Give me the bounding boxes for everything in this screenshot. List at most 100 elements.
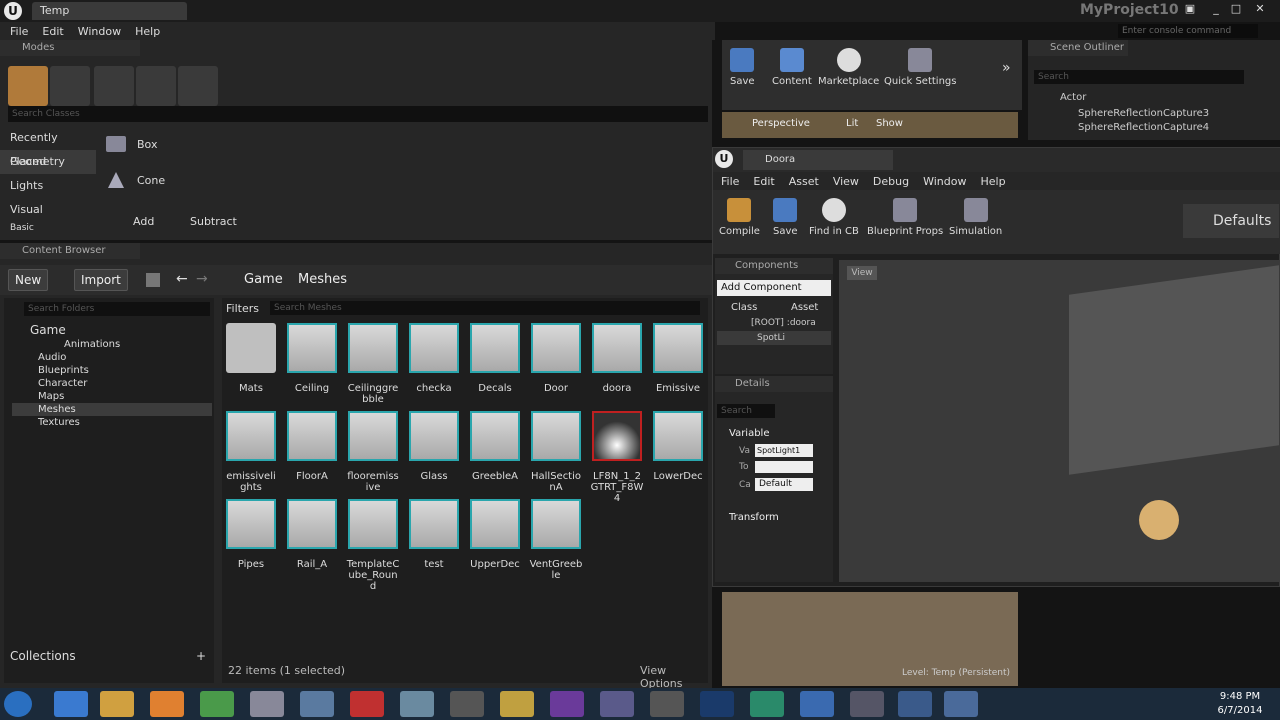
bp-menu-asset[interactable]: Asset [789, 175, 819, 188]
asset-tile[interactable]: Emissive [651, 323, 705, 403]
asset-tile[interactable]: Mats [224, 323, 278, 403]
landscape-mode-icon[interactable] [94, 66, 134, 106]
photoshop-icon[interactable] [700, 691, 734, 717]
asset-tile[interactable]: Door [529, 323, 583, 403]
folder-maps[interactable]: Maps [12, 390, 212, 403]
uv-app-icon[interactable] [450, 691, 484, 717]
add-radio[interactable]: Add [133, 215, 154, 228]
new-button[interactable]: New [8, 269, 49, 291]
details-search-input[interactable]: Search [717, 404, 775, 418]
folder-blueprints[interactable]: Blueprints [12, 364, 212, 377]
variable-section[interactable]: Variable [729, 428, 770, 439]
search-classes-input[interactable]: Search Classes [8, 106, 708, 122]
asset-tile[interactable]: Ceiling [285, 323, 339, 403]
menu-file[interactable]: File [10, 25, 28, 38]
cone-item[interactable]: Cone [137, 174, 165, 187]
asset-tile[interactable]: UpperDec [468, 499, 522, 579]
folder-meshes[interactable]: Meshes [12, 403, 212, 416]
bp-menu-file[interactable]: File [721, 175, 739, 188]
maximize-button[interactable]: □ [1228, 2, 1244, 16]
category-recently-placed[interactable]: Recently Placed [0, 126, 96, 168]
path-game[interactable]: Game [244, 272, 283, 287]
asset-tile[interactable]: HallSectionA [529, 411, 583, 493]
back-arrow-icon[interactable]: ← [176, 271, 188, 287]
defaults-button[interactable]: Defaults [1183, 204, 1279, 238]
unreal-taskbar-icon[interactable] [944, 691, 978, 717]
asset-tile[interactable]: checka [407, 323, 461, 403]
app-icon[interactable] [650, 691, 684, 717]
unreal-taskbar-icon[interactable] [898, 691, 932, 717]
asset-tile[interactable]: Glass [407, 411, 461, 491]
save-button[interactable]: Save [730, 48, 755, 87]
folder-character[interactable]: Character [12, 377, 212, 390]
bp-menu-help[interactable]: Help [980, 175, 1005, 188]
asset-tile[interactable]: Decals [468, 323, 522, 403]
level-tab[interactable]: Temp [32, 2, 187, 20]
view-options-button[interactable]: View Options [640, 664, 708, 690]
folder-game[interactable]: Game [12, 324, 212, 338]
bp-menu-edit[interactable]: Edit [753, 175, 774, 188]
asset-tile[interactable]: emissivelights [224, 411, 278, 493]
asset-radio[interactable]: Asset [791, 302, 818, 313]
place-mode-icon[interactable] [8, 66, 48, 106]
asset-tile[interactable]: test [407, 499, 461, 579]
app-icon[interactable] [300, 691, 334, 717]
filters-button[interactable]: Filters [226, 302, 259, 315]
menu-edit[interactable]: Edit [42, 25, 63, 38]
asset-tile[interactable]: LowerDec [651, 411, 705, 491]
menu-help[interactable]: Help [135, 25, 160, 38]
content-button[interactable]: Content [772, 48, 812, 87]
class-radio[interactable]: Class [731, 302, 757, 313]
folder-audio[interactable]: Audio [12, 351, 212, 364]
chat-icon[interactable]: ▣ [1182, 2, 1198, 16]
app-icon[interactable] [600, 691, 634, 717]
level-viewport[interactable]: Level: Temp (Persistent) [722, 592, 1018, 686]
app-icon[interactable] [400, 691, 434, 717]
forward-arrow-icon[interactable]: → [196, 271, 208, 287]
chrome-icon[interactable] [200, 691, 234, 717]
bp-menu-window[interactable]: Window [923, 175, 966, 188]
geometry-mode-icon[interactable] [178, 66, 218, 106]
clock-time[interactable]: 9:48 PM [1208, 691, 1272, 702]
asset-tile[interactable]: Ceilinggrebble [346, 323, 400, 405]
category-visual[interactable]: Visual [0, 198, 96, 222]
folder-animations[interactable]: Animations [12, 338, 212, 351]
asset-tile[interactable]: VentGreeble [529, 499, 583, 581]
asset-tile[interactable]: Rail_A [285, 499, 339, 579]
blueprint-viewport[interactable]: View [839, 260, 1279, 582]
find-in-cb-button[interactable]: Find in CB [809, 198, 859, 237]
asset-tile[interactable]: doora [590, 323, 644, 403]
simulation-button[interactable]: Simulation [949, 198, 1002, 237]
folder-textures[interactable]: Textures [12, 416, 212, 429]
clock-date[interactable]: 6/7/2014 [1208, 705, 1272, 716]
app-icon[interactable] [850, 691, 884, 717]
quick-settings-button[interactable]: Quick Settings [884, 48, 956, 87]
search-folders-input[interactable]: Search Folders [24, 302, 210, 316]
xnormal-icon[interactable] [550, 691, 584, 717]
spotlight-component[interactable]: SpotLi [717, 331, 831, 345]
blueprint-tab[interactable]: Doora [743, 150, 893, 170]
paint-mode-icon[interactable] [50, 66, 90, 106]
bp-menu-debug[interactable]: Debug [873, 175, 909, 188]
app-icon[interactable] [500, 691, 534, 717]
subtract-radio[interactable]: Subtract [190, 215, 237, 228]
bp-save-button[interactable]: Save [773, 198, 798, 237]
path-meshes[interactable]: Meshes [298, 272, 347, 287]
close-button[interactable]: ✕ [1252, 2, 1268, 16]
asset-tile[interactable]: Pipes [224, 499, 278, 579]
category-lights[interactable]: Lights [0, 174, 96, 198]
actor-column-header[interactable]: Actor [1060, 92, 1086, 103]
asset-tile[interactable]: flooremissive [346, 411, 400, 493]
app-icon[interactable] [800, 691, 834, 717]
app-icon[interactable] [750, 691, 784, 717]
category-select[interactable]: Default [755, 478, 813, 491]
asset-tile[interactable]: FloorA [285, 411, 339, 491]
expand-chevron-icon[interactable]: » [1002, 60, 1011, 76]
start-button-icon[interactable] [4, 691, 32, 717]
ie-icon[interactable] [54, 691, 88, 717]
foliage-mode-icon[interactable] [136, 66, 176, 106]
transform-section[interactable]: Transform [729, 512, 779, 523]
add-component-button[interactable]: Add Component [717, 280, 831, 296]
import-button[interactable]: Import [74, 269, 128, 291]
view-button[interactable]: View [847, 266, 877, 280]
